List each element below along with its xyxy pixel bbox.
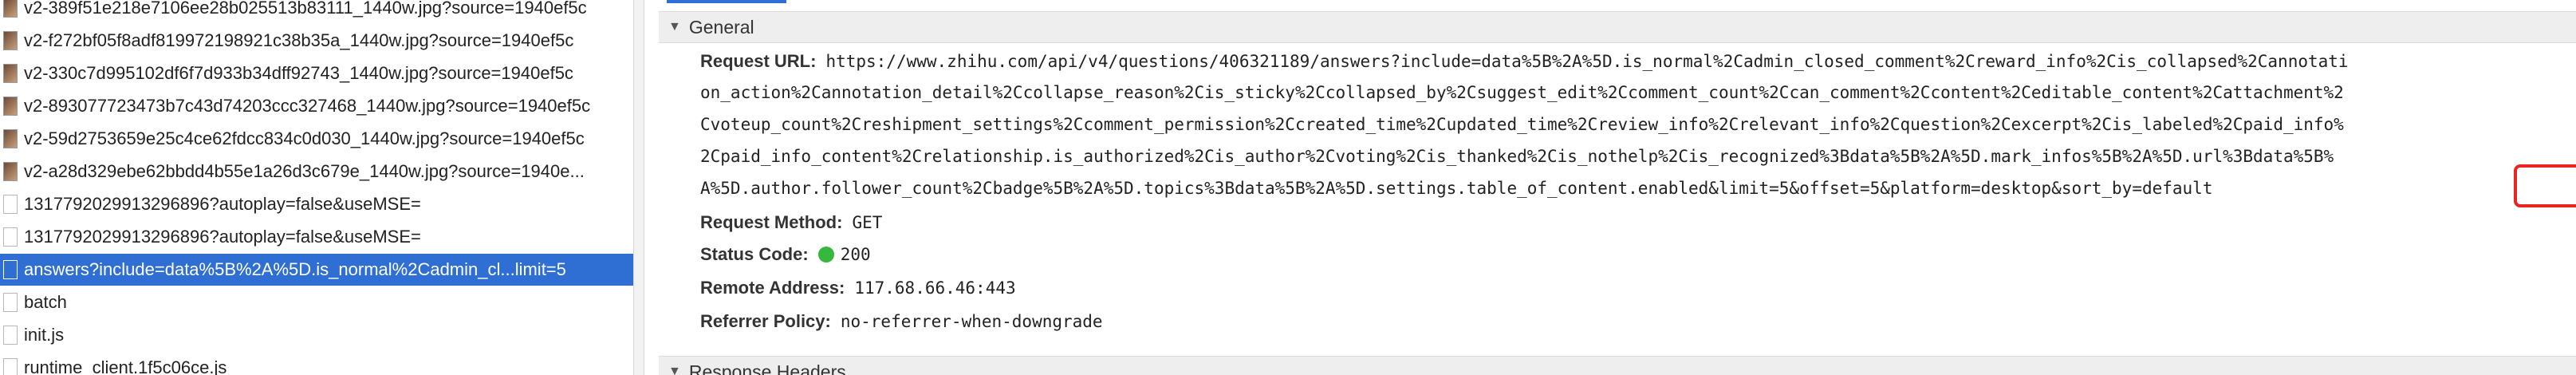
request-name: v2-59d2753659e25c4ce62fdcc834c0d030_1440… — [24, 128, 585, 148]
request-url-line-3: Cvoteup_count%2Creshipment_settings%2Cco… — [700, 115, 2344, 134]
general-section-header[interactable]: ▼ General — [659, 11, 2576, 43]
file-icon — [3, 358, 18, 375]
triangle-down-icon: ▼ — [668, 20, 681, 34]
request-row[interactable]: v2-893077723473b7c43d74203ccc327468_1440… — [0, 90, 633, 122]
request-row-selected[interactable]: answers?include=data%5B%2A%5D.is_normal%… — [0, 254, 633, 286]
remote-address-value: 117.68.66.46:443 — [854, 278, 1016, 298]
referrer-policy-label: Referrer Policy: — [700, 311, 831, 331]
request-row[interactable]: 1317792029913296896?autoplay=false&useMS… — [0, 188, 633, 220]
request-row[interactable]: v2-389f51e218e7106ee28b025513b83111_1440… — [0, 0, 633, 24]
request-name: v2-893077723473b7c43d74203ccc327468_1440… — [24, 96, 591, 116]
request-row[interactable]: v2-59d2753659e25c4ce62fdcc834c0d030_1440… — [0, 123, 633, 155]
panel-resize-handle[interactable] — [633, 0, 644, 375]
general-section-title: General — [688, 16, 754, 38]
file-icon — [3, 227, 18, 247]
active-tab-indicator — [667, 0, 786, 3]
image-thumbnail-icon — [3, 129, 18, 148]
request-method-value: GET — [852, 213, 883, 232]
request-url-label: Request URL: — [700, 51, 817, 71]
status-code-value: 200 — [840, 245, 871, 264]
request-list: v2-389f51e218e7106ee28b025513b83111_1440… — [0, 0, 633, 375]
request-details-panel: ▼ General Request URL: https://www.zhihu.… — [659, 0, 2576, 375]
remote-address-label: Remote Address: — [700, 278, 845, 298]
request-name: runtime_client.1f5c06ce.js — [24, 357, 227, 375]
request-name: v2-330c7d995102df6f7d933b34dff92743_1440… — [24, 63, 573, 83]
image-thumbnail-icon — [3, 64, 18, 83]
triangle-down-icon: ▼ — [668, 365, 681, 375]
status-ok-dot-icon — [817, 247, 834, 262]
limit-offset-highlight-box — [2514, 164, 2576, 207]
file-icon — [3, 293, 18, 312]
request-method-label: Request Method: — [700, 212, 843, 232]
response-headers-section-header[interactable]: ▼ Response Headers — [659, 356, 2576, 375]
request-name: init.js — [24, 325, 65, 345]
file-icon — [3, 260, 18, 279]
referrer-policy-value: no-referrer-when-downgrade — [840, 312, 1103, 331]
request-name: 1317792029913296896?autoplay=false&useMS… — [24, 194, 421, 214]
image-thumbnail-icon — [3, 162, 18, 181]
request-row[interactable]: runtime_client.1f5c06ce.js — [0, 352, 633, 375]
request-name: answers?include=data%5B%2A%5D.is_normal%… — [24, 259, 566, 279]
request-row[interactable]: batch — [0, 286, 633, 318]
request-row[interactable]: 1317792029913296896?autoplay=false&useMS… — [0, 221, 633, 253]
request-row[interactable]: v2-f272bf05f8adf819972198921c38b35a_1440… — [0, 25, 633, 57]
request-row[interactable]: v2-330c7d995102df6f7d933b34dff92743_1440… — [0, 57, 633, 89]
response-headers-title: Response Headers — [688, 361, 846, 375]
request-url-row: Request URL: https://www.zhihu.com/api/v4… — [700, 51, 2349, 72]
request-url-line-2: on_action%2Cannotation_detail%2Ccollapse… — [700, 83, 2344, 102]
request-row[interactable]: init.js — [0, 319, 633, 351]
file-icon — [3, 326, 18, 345]
request-name: v2-a28d329ebe62bbdd4b55e1a26d3c679e_1440… — [24, 161, 585, 181]
request-name: batch — [24, 292, 67, 312]
request-url-line-1: https://www.zhihu.com/api/v4/questions/4… — [825, 52, 2349, 71]
request-name: v2-f272bf05f8adf819972198921c38b35a_1440… — [24, 30, 574, 50]
remote-address-row: Remote Address: 117.68.66.46:443 — [700, 278, 1016, 298]
image-thumbnail-icon — [3, 97, 18, 116]
request-name: 1317792029913296896?autoplay=false&useMS… — [24, 227, 421, 247]
image-thumbnail-icon — [3, 0, 18, 18]
request-row[interactable]: v2-a28d329ebe62bbdd4b55e1a26d3c679e_1440… — [0, 156, 633, 188]
image-thumbnail-icon — [3, 31, 18, 50]
file-icon — [3, 195, 18, 214]
status-code-label: Status Code: — [700, 244, 809, 264]
request-method-row: Request Method: GET — [700, 212, 882, 233]
request-url-line-4: 2Cpaid_info_content%2Crelationship.is_au… — [700, 147, 2334, 166]
request-url-line-5: A%5D.author.follower_count%2Cbadge%5B%2A… — [700, 179, 2213, 198]
status-code-row: Status Code: 200 — [700, 244, 871, 265]
referrer-policy-row: Referrer Policy: no-referrer-when-downgra… — [700, 311, 1103, 332]
request-name: v2-389f51e218e7106ee28b025513b83111_1440… — [24, 0, 587, 18]
